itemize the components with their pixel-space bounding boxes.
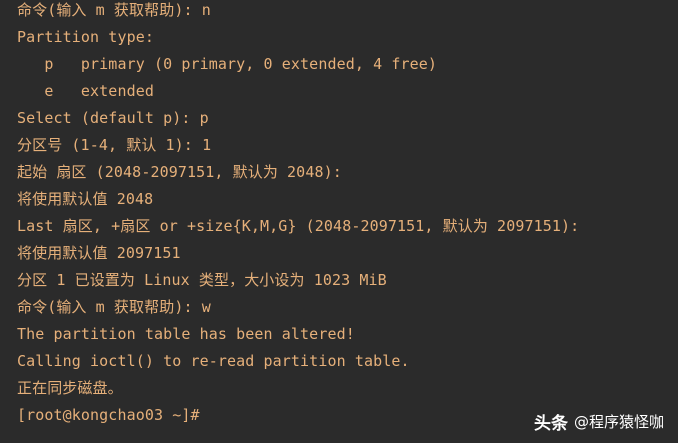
terminal-line-partition-number: 分区号 (1-4, 默认 1): 1	[17, 136, 212, 154]
terminal-output: 命令(输入 m 获取帮助): n Partition type: p prima…	[17, 0, 579, 429]
terminal-line-primary-option: p primary (0 primary, 0 extended, 4 free…	[17, 55, 438, 73]
terminal-prompt[interactable]: [root@kongchao03 ~]#	[17, 402, 579, 429]
terminal-window[interactable]: 命令(输入 m 获取帮助): n Partition type: p prima…	[0, 0, 678, 443]
watermark: 头条 @程序猿怪咖	[534, 409, 664, 434]
terminal-line-syncing-disks: 正在同步磁盘。	[17, 379, 123, 397]
terminal-line-last-sector-default: 将使用默认值 2097151	[17, 244, 181, 262]
terminal-line-partition-created: 分区 1 已设置为 Linux 类型，大小设为 1023 MiB	[17, 271, 387, 289]
terminal-line-select-type: Select (default p): p	[17, 109, 209, 127]
terminal-line-fdisk-new: 命令(输入 m 获取帮助): n	[17, 1, 211, 19]
terminal-line-ioctl: Calling ioctl() to re-read partition tab…	[17, 352, 410, 370]
watermark-brand: 头条	[533, 414, 568, 434]
terminal-line-last-sector: Last 扇区, +扇区 or +size{K,M,G} (2048-20971…	[17, 217, 580, 235]
terminal-line-first-sector-default: 将使用默认值 2048	[17, 190, 154, 208]
watermark-author: @程序猿怪咖	[573, 413, 664, 431]
terminal-line-partition-type: Partition type:	[17, 28, 154, 46]
terminal-line-first-sector: 起始 扇区 (2048-2097151, 默认为 2048):	[17, 163, 342, 181]
terminal-line-fdisk-write: 命令(输入 m 获取帮助): w	[17, 298, 211, 316]
terminal-line-extended-option: e extended	[17, 82, 154, 100]
terminal-line-table-altered: The partition table has been altered!	[17, 325, 355, 343]
